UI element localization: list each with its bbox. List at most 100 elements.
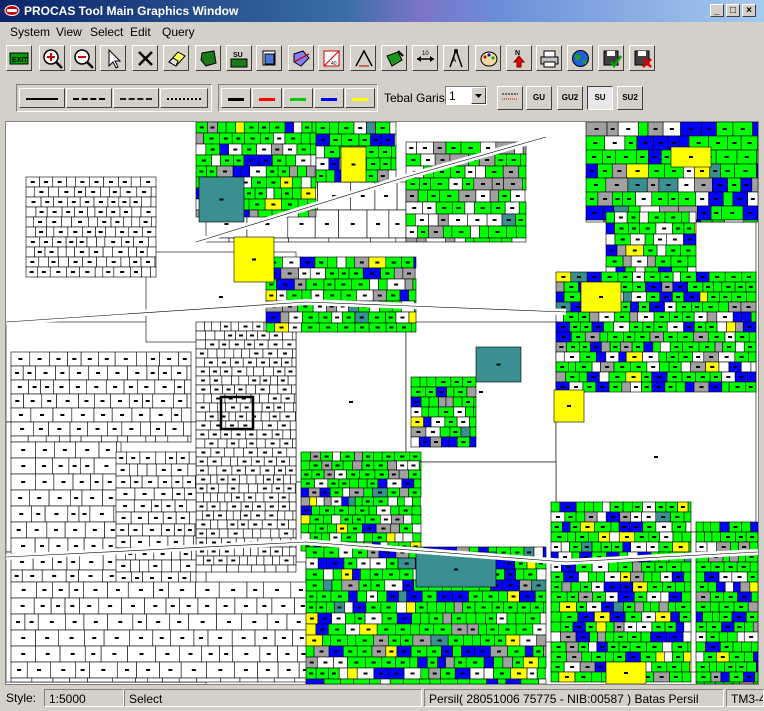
parcel[interactable]: [300, 514, 311, 525]
parcel[interactable]: [428, 406, 439, 418]
menu-view[interactable]: View: [56, 25, 82, 39]
parcel[interactable]: [189, 511, 197, 525]
parcel[interactable]: [618, 351, 627, 363]
palette-button[interactable]: [475, 45, 501, 71]
parcel[interactable]: [555, 351, 565, 363]
parcel[interactable]: [255, 492, 265, 503]
parcel[interactable]: [331, 514, 342, 525]
menu-select[interactable]: Select: [90, 25, 123, 39]
parcel[interactable]: [426, 376, 437, 388]
parcel[interactable]: [327, 256, 338, 269]
parcel[interactable]: [256, 438, 266, 449]
parcel[interactable]: [398, 469, 409, 480]
parcel[interactable]: [233, 348, 242, 359]
parcel[interactable]: [629, 311, 639, 323]
chevron-down-icon[interactable]: [471, 87, 486, 104]
parcel[interactable]: [750, 641, 758, 653]
parcel[interactable]: [706, 311, 718, 323]
parcel[interactable]: [120, 256, 130, 268]
parcel[interactable]: [441, 436, 450, 448]
parcel[interactable]: [217, 519, 228, 530]
parcel[interactable]: [266, 187, 275, 200]
parcel[interactable]: [263, 366, 274, 377]
parcel[interactable]: [419, 678, 431, 684]
parcel[interactable]: [412, 496, 421, 507]
select-pointer-button[interactable]: [100, 45, 126, 71]
parcel[interactable]: [280, 311, 290, 324]
parcel[interactable]: [216, 348, 226, 359]
parcel[interactable]: [69, 435, 82, 443]
parcel[interactable]: [520, 678, 539, 684]
parcel[interactable]: [328, 237, 371, 243]
parcel[interactable]: [139, 559, 150, 573]
parcel[interactable]: [65, 246, 75, 258]
parcel[interactable]: [651, 571, 661, 583]
parcel[interactable]: [195, 143, 207, 156]
parcel[interactable]: [596, 571, 605, 583]
parcel[interactable]: [402, 532, 414, 543]
color-blue-button[interactable]: [314, 88, 344, 108]
parcel[interactable]: [602, 501, 611, 513]
parcel[interactable]: [96, 236, 106, 248]
parcel[interactable]: [377, 478, 388, 489]
parcel[interactable]: [715, 581, 726, 593]
parcel[interactable]: [578, 371, 588, 383]
parcel[interactable]: [353, 678, 370, 684]
parcel[interactable]: [688, 211, 697, 224]
parcel[interactable]: [409, 656, 418, 669]
parcel[interactable]: [323, 678, 341, 684]
parcel[interactable]: [647, 255, 656, 268]
parcel[interactable]: [291, 176, 302, 189]
parcel[interactable]: [195, 339, 206, 350]
parcel[interactable]: [695, 571, 705, 583]
save-check-button[interactable]: [598, 45, 624, 71]
parcel[interactable]: [581, 651, 593, 663]
parcel[interactable]: [348, 590, 358, 603]
parcel[interactable]: [739, 581, 751, 593]
parcel[interactable]: [752, 122, 758, 137]
parcel[interactable]: [408, 311, 417, 324]
parcel[interactable]: [323, 568, 334, 581]
parcel[interactable]: [260, 528, 272, 539]
parcel[interactable]: [336, 256, 347, 269]
parcel[interactable]: [439, 678, 458, 684]
parcel[interactable]: [61, 216, 72, 228]
parcel[interactable]: [195, 555, 204, 566]
parcel[interactable]: [420, 396, 430, 408]
parcel[interactable]: [86, 236, 97, 248]
parcel[interactable]: [277, 510, 286, 521]
parcel[interactable]: [402, 678, 421, 684]
parcel[interactable]: [283, 474, 291, 485]
compass-button[interactable]: A: [443, 45, 469, 71]
north-arrow-button[interactable]: N: [506, 45, 532, 71]
parcel[interactable]: [756, 163, 758, 179]
parcel[interactable]: [289, 420, 297, 431]
parcel[interactable]: [643, 341, 654, 353]
parcel[interactable]: [25, 226, 36, 238]
parcel[interactable]: [45, 435, 60, 443]
parcel[interactable]: [186, 365, 192, 381]
eraser-button[interactable]: [163, 45, 189, 71]
parcel[interactable]: [291, 384, 297, 395]
parcel[interactable]: [370, 237, 397, 243]
parcel[interactable]: [719, 521, 730, 533]
parcel[interactable]: [682, 631, 692, 643]
parcel[interactable]: [101, 435, 118, 443]
parcel[interactable]: [48, 186, 59, 198]
parcel[interactable]: [475, 165, 486, 179]
parcel[interactable]: [695, 611, 703, 623]
parcel[interactable]: [195, 411, 206, 422]
parcel[interactable]: [419, 376, 428, 388]
parcel[interactable]: [233, 447, 244, 458]
parcel[interactable]: [269, 384, 279, 395]
parcel[interactable]: [658, 601, 669, 613]
parcel[interactable]: [257, 677, 275, 683]
parcel[interactable]: [417, 189, 428, 203]
parcel[interactable]: [300, 176, 312, 189]
parcel[interactable]: [207, 348, 218, 359]
parcel[interactable]: [743, 219, 758, 223]
parcel[interactable]: [638, 122, 649, 137]
parcel[interactable]: [658, 351, 667, 363]
parcel[interactable]: [426, 601, 437, 614]
parcel[interactable]: [264, 564, 277, 573]
